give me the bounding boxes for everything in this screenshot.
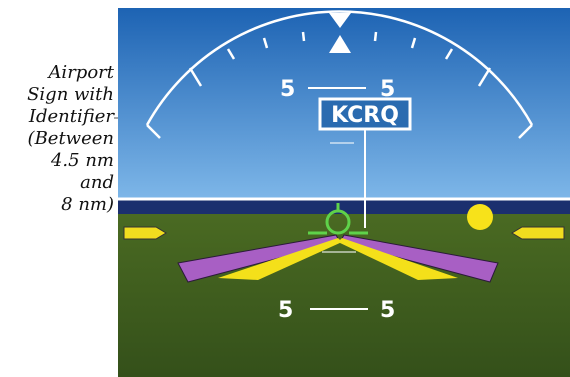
left-horizon-marker [123,226,167,240]
callout-line: (Between [27,128,114,149]
callout-line: Identifier [28,106,114,127]
callout-line: 8 nm) [61,194,114,215]
right-horizon-marker [511,226,565,240]
callout-line: 4.5 nm [50,150,114,171]
airport-sign-callout: Airport Sign with Identifier (Between 4.… [0,62,114,216]
callout-line: Sign with [27,84,114,105]
primary-flight-display: 5 5 KCRQ 5 5 [118,8,570,377]
callout-line: Airport [48,62,114,83]
pitch-label-lower-left: 5 [278,298,293,323]
airport-identifier: KCRQ [331,103,399,128]
pitch-label-lower-right: 5 [380,298,395,323]
callout-line: and [80,172,114,193]
pitch-label-upper-left: 5 [280,77,295,102]
sun-icon [467,204,493,230]
